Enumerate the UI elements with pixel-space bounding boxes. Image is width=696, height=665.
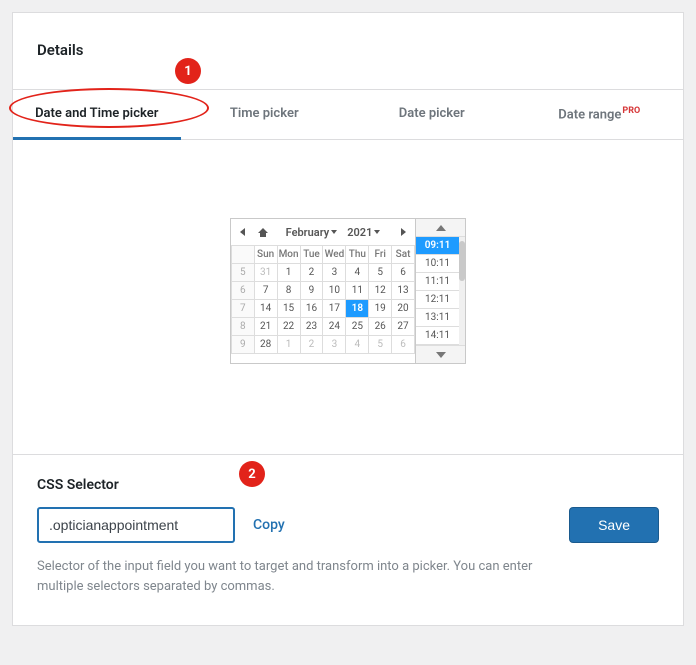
day-cell[interactable]: 23 [300, 318, 323, 336]
day-cell[interactable]: 13 [392, 282, 415, 300]
day-cell[interactable]: 7 [254, 282, 277, 300]
day-cell[interactable]: 25 [346, 318, 369, 336]
day-cell[interactable]: 17 [323, 300, 346, 318]
tab-label: Time picker [230, 106, 299, 121]
panel-header: Details [13, 13, 683, 89]
calendar-header: February 2021 [231, 219, 415, 245]
time-scroll-up[interactable] [416, 219, 465, 237]
time-option[interactable]: 12:11 [416, 291, 459, 309]
datetime-picker-widget: February 2021 SunMonTueWedThuFriSat 5311… [230, 218, 466, 364]
day-cell[interactable]: 10 [323, 282, 346, 300]
time-option[interactable]: 13:11 [416, 309, 459, 327]
year-select[interactable]: 2021 [345, 226, 382, 239]
day-cell[interactable]: 28 [254, 336, 277, 354]
week-number: 6 [232, 282, 255, 300]
calendar-row: 714151617181920 [232, 300, 415, 318]
pro-badge: PRO [622, 106, 640, 116]
dow-cell: Thu [346, 246, 369, 264]
day-cell[interactable]: 15 [277, 300, 300, 318]
week-number: 7 [232, 300, 255, 318]
day-cell[interactable]: 1 [277, 264, 300, 282]
dow-cell: Sat [392, 246, 415, 264]
picker-preview-area: February 2021 SunMonTueWedThuFriSat 5311… [13, 140, 683, 455]
week-number: 5 [232, 264, 255, 282]
time-scrollbar[interactable] [459, 237, 465, 345]
day-cell[interactable]: 5 [369, 336, 392, 354]
next-month-button[interactable] [393, 223, 413, 241]
calendar-row: 678910111213 [232, 282, 415, 300]
calendar-grid: SunMonTueWedThuFriSat 531123456678910111… [231, 245, 415, 354]
calendar-row: 531123456 [232, 264, 415, 282]
prev-month-button[interactable] [233, 223, 253, 241]
calendar-dow-row: SunMonTueWedThuFriSat [232, 246, 415, 264]
picker-type-tabs: 1 Date and Time picker Time picker Date … [13, 89, 683, 140]
day-cell[interactable]: 3 [323, 336, 346, 354]
day-cell[interactable]: 18 [346, 300, 369, 318]
day-cell[interactable]: 4 [346, 264, 369, 282]
time-pane: 09:1110:1111:1112:1113:1114:11 [415, 219, 465, 363]
day-cell[interactable]: 5 [369, 264, 392, 282]
week-number: 8 [232, 318, 255, 336]
day-cell[interactable]: 6 [392, 336, 415, 354]
calendar-row: 928123456 [232, 336, 415, 354]
details-panel: Details 1 Date and Time picker Time pick… [12, 12, 684, 626]
day-cell[interactable]: 24 [323, 318, 346, 336]
time-option[interactable]: 14:11 [416, 327, 459, 345]
day-cell[interactable]: 1 [277, 336, 300, 354]
tab-label: Date range [558, 107, 621, 122]
copy-button[interactable]: Copy [253, 517, 285, 533]
tab-time-picker[interactable]: Time picker [181, 90, 349, 139]
day-cell[interactable]: 2 [300, 336, 323, 354]
day-cell[interactable]: 9 [300, 282, 323, 300]
day-cell[interactable]: 8 [277, 282, 300, 300]
day-cell[interactable]: 6 [392, 264, 415, 282]
save-button[interactable]: Save [569, 507, 659, 543]
help-text: Selector of the input field you want to … [37, 557, 557, 597]
calendar-pane: February 2021 SunMonTueWedThuFriSat 5311… [231, 219, 415, 363]
day-cell[interactable]: 20 [392, 300, 415, 318]
day-cell[interactable]: 14 [254, 300, 277, 318]
dow-cell: Tue [300, 246, 323, 264]
dow-cell: Sun [254, 246, 277, 264]
page-title: Details [37, 41, 659, 59]
tab-label: Date and Time picker [35, 106, 158, 121]
day-cell[interactable]: 19 [369, 300, 392, 318]
tab-date-and-time-picker[interactable]: Date and Time picker [13, 90, 181, 140]
day-cell[interactable]: 11 [346, 282, 369, 300]
tab-label: Date picker [399, 106, 465, 121]
time-option[interactable]: 09:11 [416, 237, 459, 255]
tab-date-range[interactable]: Date rangePRO [516, 90, 684, 139]
week-number: 9 [232, 336, 255, 354]
time-list: 09:1110:1111:1112:1113:1114:11 [416, 237, 465, 345]
footer-section: 2 CSS Selector Copy Save Selector of the… [13, 455, 683, 625]
day-cell[interactable]: 22 [277, 318, 300, 336]
day-cell[interactable]: 3 [323, 264, 346, 282]
today-button[interactable] [253, 223, 273, 241]
tab-date-picker[interactable]: Date picker [348, 90, 516, 139]
day-cell[interactable]: 16 [300, 300, 323, 318]
day-cell[interactable]: 21 [254, 318, 277, 336]
calendar-row: 821222324252627 [232, 318, 415, 336]
input-row: Copy [37, 507, 659, 543]
dow-cell: Mon [277, 246, 300, 264]
css-selector-label: CSS Selector [37, 477, 659, 493]
dow-cell: Fri [369, 246, 392, 264]
day-cell[interactable]: 2 [300, 264, 323, 282]
day-cell[interactable]: 12 [369, 282, 392, 300]
day-cell[interactable]: 4 [346, 336, 369, 354]
css-selector-input[interactable] [37, 507, 235, 543]
time-option[interactable]: 11:11 [416, 273, 459, 291]
time-option[interactable]: 10:11 [416, 255, 459, 273]
time-scroll-down[interactable] [416, 345, 465, 363]
dow-cell: Wed [323, 246, 346, 264]
day-cell[interactable]: 31 [254, 264, 277, 282]
day-cell[interactable]: 26 [369, 318, 392, 336]
month-select[interactable]: February [284, 226, 340, 239]
day-cell[interactable]: 27 [392, 318, 415, 336]
